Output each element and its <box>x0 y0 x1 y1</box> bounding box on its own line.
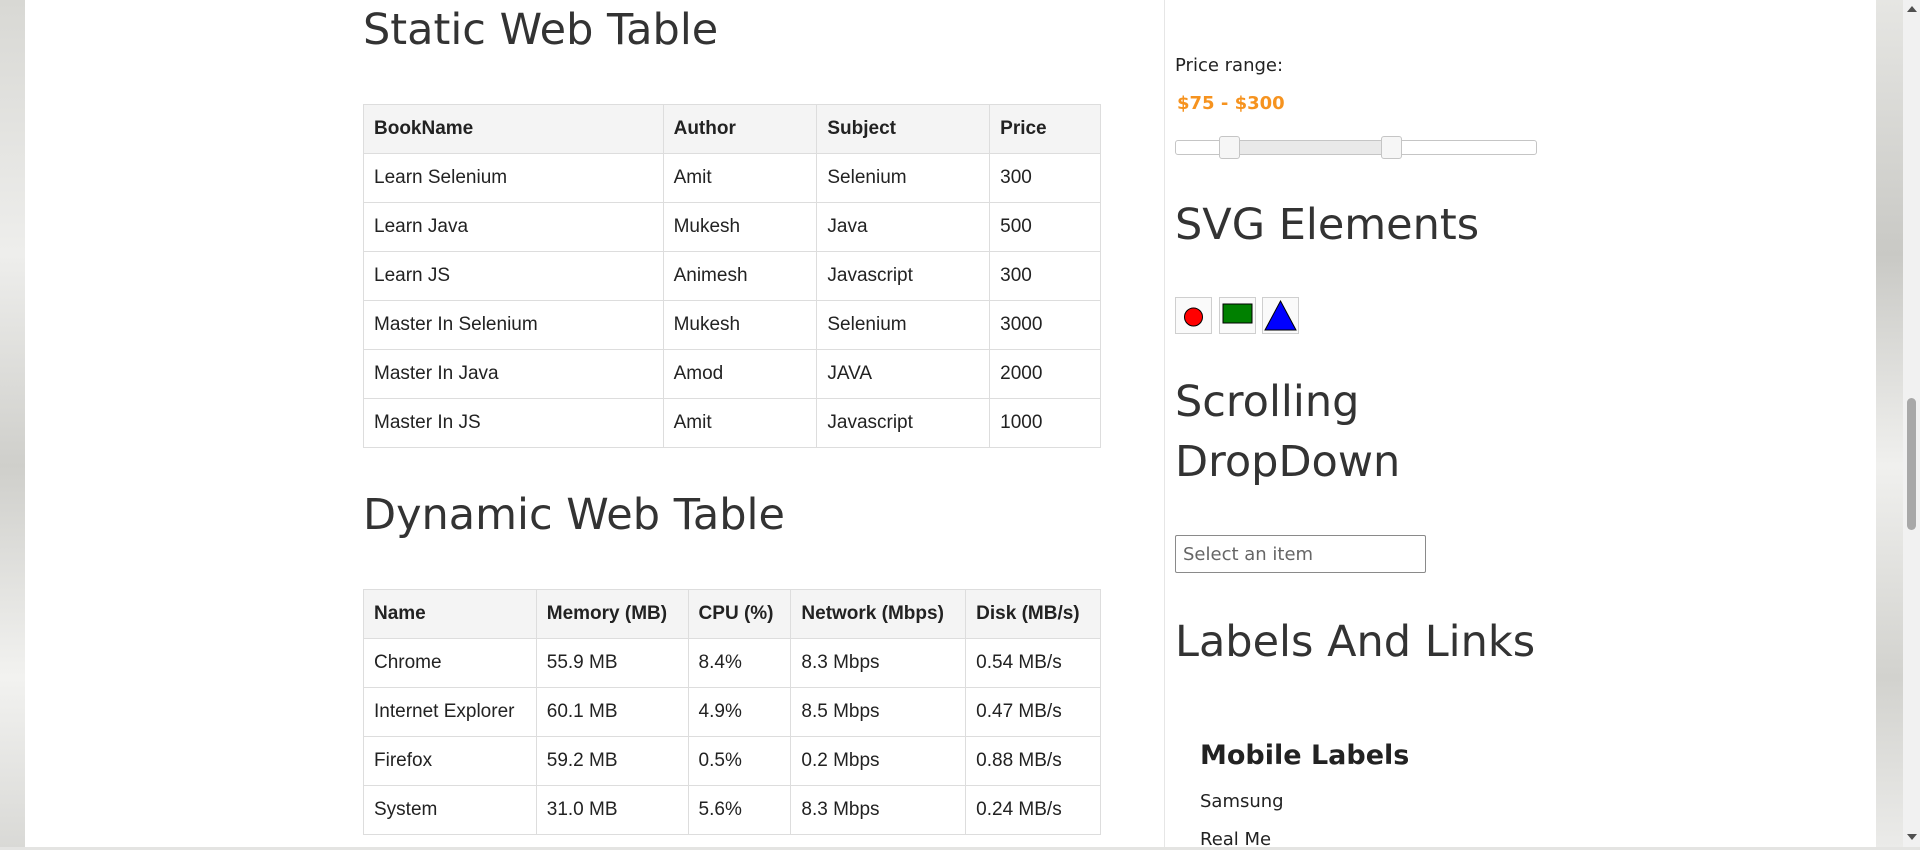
table-cell: 0.47 MB/s <box>965 687 1101 737</box>
table-cell: 8.4% <box>687 638 792 688</box>
price-range-slider[interactable] <box>1175 136 1537 159</box>
table-cell: 8.3 Mbps <box>790 638 967 688</box>
mobile-labels-heading: Mobile Labels <box>1200 740 1410 771</box>
table-header-cell: Subject <box>816 104 991 154</box>
price-range-value: $75 - $300 <box>1177 93 1285 114</box>
table-cell: 4.9% <box>687 687 792 737</box>
table-cell: 3000 <box>989 300 1101 350</box>
table-header-cell: CPU (%) <box>687 589 792 639</box>
table-row: Learn Selenium Amit Selenium 300 <box>363 153 1101 203</box>
svg-triangle-box[interactable] <box>1262 297 1299 334</box>
table-cell: 8.3 Mbps <box>790 785 967 835</box>
table-cell: Amit <box>662 153 818 203</box>
table-cell: 0.2 Mbps <box>790 736 967 786</box>
table-cell: Learn JS <box>363 251 664 301</box>
table-header-cell: Name <box>363 589 537 639</box>
table-cell: System <box>363 785 537 835</box>
table-cell: 300 <box>989 153 1101 203</box>
static-table-title: Static Web Table <box>363 5 719 55</box>
table-row: Master In Selenium Mukesh Selenium 3000 <box>363 300 1101 350</box>
scroll-up-arrow-icon[interactable] <box>1907 6 1917 12</box>
vertical-scrollbar[interactable] <box>1903 0 1920 847</box>
table-cell: 0.24 MB/s <box>965 785 1101 835</box>
table-cell: 0.54 MB/s <box>965 638 1101 688</box>
table-cell: 2000 <box>989 349 1101 399</box>
table-cell: 500 <box>989 202 1101 252</box>
labels-links-title: Labels And Links <box>1175 617 1536 667</box>
table-row: System 31.0 MB 5.6% 8.3 Mbps 0.24 MB/s <box>363 785 1101 835</box>
table-cell: 59.2 MB <box>535 736 689 786</box>
table-cell: Master In JS <box>363 398 664 448</box>
table-cell: 0.88 MB/s <box>965 736 1101 786</box>
table-row: Learn JS Animesh Javascript 300 <box>363 251 1101 301</box>
slider-max-handle[interactable] <box>1381 136 1402 159</box>
table-cell: 8.5 Mbps <box>790 687 967 737</box>
scroll-down-arrow-icon[interactable] <box>1907 834 1917 840</box>
table-header-row: BookName Author Subject Price <box>363 104 1101 154</box>
table-cell: Java <box>816 202 991 252</box>
table-row: Master In JS Amit Javascript 1000 <box>363 398 1101 448</box>
table-row: Master In Java Amod JAVA 2000 <box>363 349 1101 399</box>
table-cell: Learn Java <box>363 202 664 252</box>
table-cell: 31.0 MB <box>535 785 689 835</box>
table-row: Internet Explorer 60.1 MB 4.9% 8.5 Mbps 0.47… <box>363 687 1101 737</box>
table-cell: Firefox <box>363 736 537 786</box>
table-cell: Internet Explorer <box>363 687 537 737</box>
slider-selected-range <box>1230 141 1392 154</box>
scrolling-dropdown-title-line2: DropDown <box>1175 437 1401 487</box>
svg-circle-box[interactable] <box>1175 297 1212 334</box>
table-cell: Selenium <box>816 300 991 350</box>
table-cell: Javascript <box>816 398 991 448</box>
table-cell: 55.9 MB <box>535 638 689 688</box>
table-cell: Master In Selenium <box>363 300 664 350</box>
table-cell: Master In Java <box>363 349 664 399</box>
svg-rectangle-box[interactable] <box>1219 297 1256 334</box>
table-header-cell: Author <box>662 104 818 154</box>
background-right <box>1876 0 1903 847</box>
dynamic-table-title: Dynamic Web Table <box>363 490 785 540</box>
table-cell: Javascript <box>816 251 991 301</box>
column-divider <box>1164 0 1165 847</box>
background-left <box>0 0 25 847</box>
table-header-cell: BookName <box>363 104 664 154</box>
table-cell: Animesh <box>662 251 818 301</box>
table-header-cell: Disk (MB/s) <box>965 589 1101 639</box>
table-cell: Selenium <box>816 153 991 203</box>
dynamic-web-table: Name Memory (MB) CPU (%) Network (Mbps) … <box>363 589 1101 835</box>
table-cell: Learn Selenium <box>363 153 664 203</box>
scrolling-dropdown-title-line1: Scrolling <box>1175 377 1360 427</box>
slider-min-handle[interactable] <box>1219 136 1240 159</box>
table-cell: Amit <box>662 398 818 448</box>
scrollbar-thumb[interactable] <box>1907 398 1916 530</box>
table-cell: 60.1 MB <box>535 687 689 737</box>
table-header-cell: Network (Mbps) <box>790 589 967 639</box>
table-cell: 300 <box>989 251 1101 301</box>
static-web-table: BookName Author Subject Price Learn Sele… <box>363 104 1101 448</box>
price-range-label: Price range: <box>1175 55 1284 76</box>
table-cell: 5.6% <box>687 785 792 835</box>
table-header-cell: Price <box>989 104 1101 154</box>
table-cell: Mukesh <box>662 202 818 252</box>
circle-icon <box>1184 307 1203 327</box>
table-cell: JAVA <box>816 349 991 399</box>
triangle-icon <box>1264 299 1297 331</box>
table-cell: 0.5% <box>687 736 792 786</box>
table-row: Firefox 59.2 MB 0.5% 0.2 Mbps 0.88 MB/s <box>363 736 1101 786</box>
table-row: Chrome 55.9 MB 8.4% 8.3 Mbps 0.54 MB/s <box>363 638 1101 688</box>
table-cell: 1000 <box>989 398 1101 448</box>
label-samsung: Samsung <box>1200 791 1284 812</box>
table-cell: Mukesh <box>662 300 818 350</box>
table-row: Learn Java Mukesh Java 500 <box>363 202 1101 252</box>
svg-elements-title: SVG Elements <box>1175 200 1480 250</box>
scrolling-dropdown-input[interactable] <box>1175 535 1426 573</box>
table-cell: Chrome <box>363 638 537 688</box>
rectangle-icon <box>1222 303 1253 324</box>
table-header-row: Name Memory (MB) CPU (%) Network (Mbps) … <box>363 589 1101 639</box>
table-cell: Amod <box>662 349 818 399</box>
table-header-cell: Memory (MB) <box>535 589 689 639</box>
